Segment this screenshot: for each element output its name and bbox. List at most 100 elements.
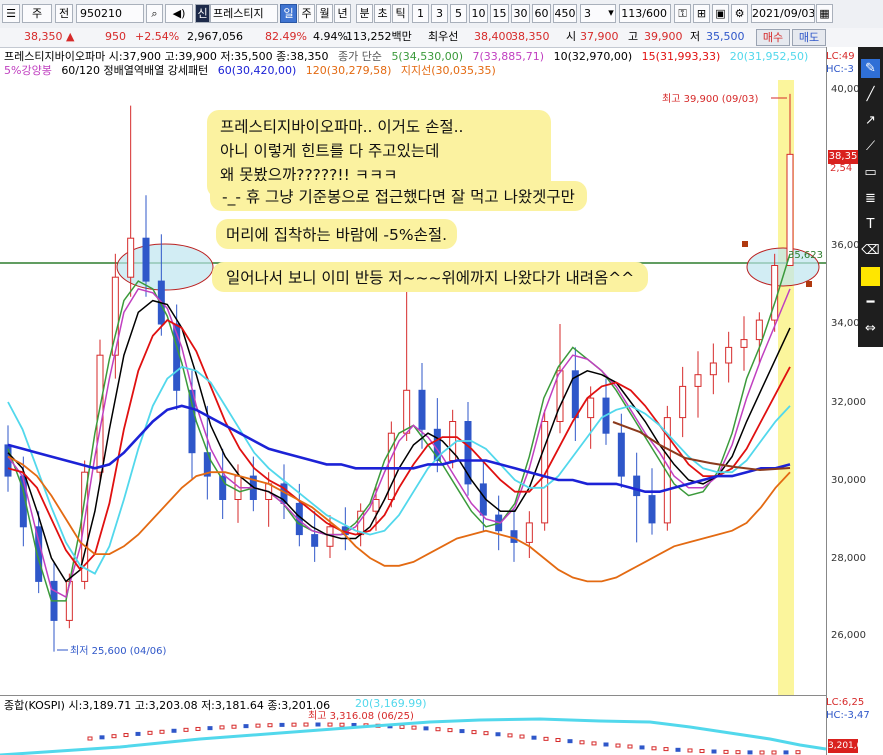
lock-icon[interactable]: ⚿ — [674, 4, 691, 23]
kospi-candle — [627, 744, 633, 749]
current-price: 38,350 — [24, 30, 63, 43]
eraser-icon[interactable]: ⌫ — [861, 241, 880, 260]
lc-label: LC:49 — [826, 51, 855, 62]
expand-icon[interactable]: ⇔ — [861, 319, 880, 338]
stock-code-input[interactable]: 950210 — [76, 4, 144, 23]
kospi-candle — [699, 749, 705, 754]
ma10-label: 10(32,970,00) — [553, 50, 633, 63]
kospi-candle — [447, 728, 453, 733]
ma15-label: 15(31,993,33) — [641, 50, 721, 63]
tab-week[interactable]: 주 — [298, 4, 315, 23]
candle-body — [587, 397, 595, 419]
interval-10[interactable]: 10 — [469, 4, 488, 23]
tab-minute[interactable]: 분 — [356, 4, 373, 23]
candle-body — [725, 346, 733, 364]
kospi-candle — [471, 730, 477, 735]
ytick-28000: 28,000 — [831, 553, 866, 564]
interval-15[interactable]: 15 — [490, 4, 509, 23]
tab-year[interactable]: 년 — [334, 4, 351, 23]
stock-ohlc-label: 프레스티지바이오파마 시:37,900 고:39,900 저:35,500 종:… — [4, 50, 329, 63]
current-pct-label: 2,54 — [830, 163, 853, 174]
kospi-candle — [423, 726, 429, 731]
kospi-candle — [747, 750, 753, 755]
interval-5[interactable]: 5 — [450, 4, 467, 23]
ma-type-label: 종가 단순 — [337, 50, 382, 63]
kospi-price-box: 3,201,06 — [828, 739, 869, 753]
fib-tool-icon[interactable]: ≣ — [861, 189, 880, 208]
best-bid: 38,400 — [474, 30, 513, 43]
ma5-label: 5(34,530,00) — [391, 50, 464, 63]
note-text-2: 아니 이렇게 힌트를 다 주고있는데 — [220, 142, 440, 160]
kospi-candle — [687, 748, 693, 753]
kospi-candle — [651, 746, 657, 751]
interval-450[interactable]: 450 — [553, 4, 577, 23]
calendar-icon[interactable]: ▦ — [816, 4, 833, 23]
kospi-candle — [459, 729, 465, 734]
quote-bar: 38,350 ▲ 950 +2.54% 2,967,056 82.49% 4.9… — [0, 28, 883, 48]
kospi-candle — [279, 722, 285, 727]
kospi-candle — [663, 747, 669, 752]
kospi-candle — [159, 729, 165, 734]
note-box-2: -_- 휴 그냥 기준봉으로 접근했다면 잘 먹고 나왔겟구만 — [210, 181, 587, 211]
ma7-label: 7(33,885,71) — [472, 50, 545, 63]
tab-tick[interactable]: 틱 — [392, 4, 409, 23]
sell-button[interactable]: 매도 — [792, 29, 826, 46]
settings-icon[interactable]: ⚙ — [731, 4, 748, 23]
ytick-30000: 30,000 — [831, 475, 866, 486]
kospi-candle — [795, 750, 801, 755]
kospi-candle — [519, 734, 525, 739]
save-icon[interactable]: ▣ — [712, 4, 729, 23]
kospi-candle — [207, 726, 213, 731]
candle-body — [556, 370, 564, 422]
candle-body — [372, 499, 380, 512]
low-price: 35,500 — [706, 30, 745, 43]
tab-month[interactable]: 월 — [316, 4, 333, 23]
kospi-candle — [87, 736, 93, 741]
kospi-candle — [411, 725, 417, 730]
kospi-candle — [759, 750, 765, 755]
kospi-subchart[interactable] — [0, 697, 826, 755]
ytick-26000: 26,000 — [831, 630, 866, 641]
kospi-candle — [327, 722, 333, 727]
market-select[interactable]: 주 — [22, 4, 52, 23]
color-swatch-icon[interactable] — [861, 267, 880, 286]
line-tool-icon[interactable]: ╱ — [861, 85, 880, 104]
tab-day[interactable]: 일 — [280, 4, 297, 23]
kospi-candle — [219, 725, 225, 730]
chevron-down-icon[interactable]: ▾ — [606, 4, 616, 23]
interval-1[interactable]: 1 — [412, 4, 429, 23]
interval-30[interactable]: 30 — [511, 4, 530, 23]
ma-line-20 — [7, 365, 791, 575]
ray-tool-icon[interactable]: ↗ — [861, 111, 880, 130]
ytick-32000: 32,000 — [831, 397, 866, 408]
pattern-label: 5%강양봉 — [4, 64, 52, 77]
low-label: 저 — [690, 30, 701, 43]
text-tool-icon[interactable]: T — [861, 215, 880, 234]
interval-60[interactable]: 60 — [532, 4, 551, 23]
line-width-icon[interactable]: ━ — [861, 293, 880, 312]
kospi-candle — [123, 733, 129, 738]
interval-3[interactable]: 3 — [431, 4, 448, 23]
open-label: 시 — [566, 30, 577, 43]
period-select[interactable]: 전 — [55, 4, 73, 23]
rectangle-tool-icon[interactable]: ▭ — [861, 163, 880, 182]
subchart-separator — [0, 695, 826, 696]
up-arrow-icon: ▲ — [66, 30, 75, 43]
search-icon[interactable]: ⌕ — [146, 4, 163, 23]
ma-line-60 — [7, 404, 791, 493]
ma20-label: 20(31,952,50) — [729, 50, 809, 63]
candle-body — [403, 389, 411, 434]
date-input[interactable]: 2021/09/03 — [751, 4, 815, 23]
menu-button[interactable]: ☰ — [2, 4, 20, 23]
speaker-icon[interactable]: ◀) — [165, 4, 193, 23]
trend-tool-icon[interactable]: ⟋ — [861, 137, 880, 156]
kospi-candle — [399, 724, 405, 729]
candle-body — [127, 237, 135, 278]
kospi-candle — [723, 749, 729, 754]
kospi-candle — [771, 750, 777, 755]
tab-second[interactable]: 초 — [374, 4, 391, 23]
chart-icon[interactable]: ⊞ — [693, 4, 710, 23]
pen-icon[interactable]: ✎ — [861, 59, 880, 78]
drawing-toolbar: ✎ ╱ ↗ ⟋ ▭ ≣ T ⌫ ━ ⇔ — [858, 47, 883, 347]
buy-button[interactable]: 매수 — [756, 29, 790, 46]
